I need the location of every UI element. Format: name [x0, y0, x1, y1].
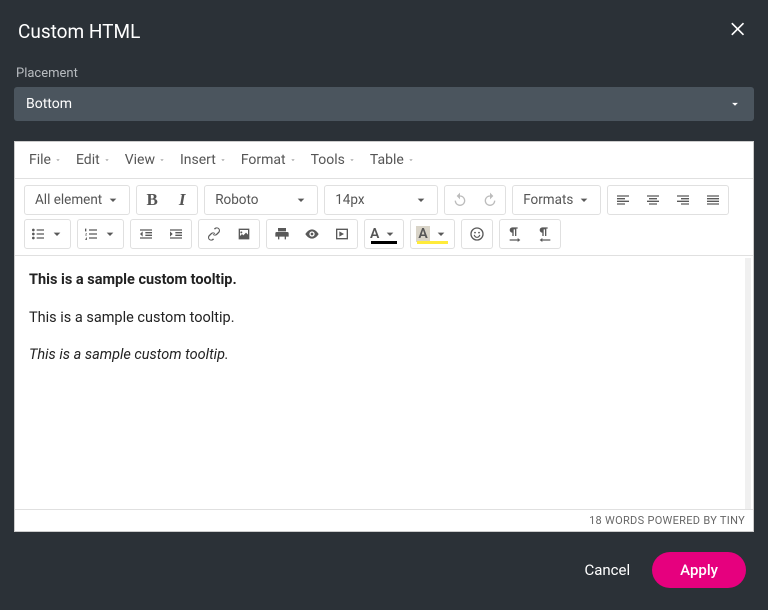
- align-justify-icon: [705, 192, 721, 208]
- menu-insert[interactable]: Insert: [174, 148, 233, 172]
- print-icon: [274, 226, 290, 242]
- outdent-button[interactable]: [131, 220, 161, 248]
- caret-down-icon: [407, 156, 415, 164]
- image-button[interactable]: [229, 220, 259, 248]
- fontsize-select[interactable]: 14px: [325, 186, 437, 214]
- menu-format[interactable]: Format: [235, 148, 303, 172]
- redo-icon: [482, 192, 498, 208]
- align-right-icon: [675, 192, 691, 208]
- caret-down-icon: [103, 156, 111, 164]
- bullet-list-button[interactable]: [25, 220, 70, 248]
- apply-button[interactable]: Apply: [652, 552, 746, 588]
- link-button[interactable]: [199, 220, 229, 248]
- font-select[interactable]: Roboto: [205, 186, 317, 214]
- rtl-button[interactable]: [530, 220, 560, 248]
- editor-menubar: File Edit View Insert Format Tools Table: [15, 142, 753, 179]
- media-icon: [334, 226, 350, 242]
- emoji-button[interactable]: [462, 220, 492, 248]
- caret-down-icon: [382, 226, 398, 242]
- chevron-down-icon: [728, 97, 742, 111]
- content-line: This is a sample custom tooltip.: [29, 270, 731, 290]
- undo-button[interactable]: [445, 186, 475, 214]
- menu-edit[interactable]: Edit: [70, 148, 117, 172]
- outdent-icon: [138, 226, 154, 242]
- dialog-header: Custom HTML: [0, 0, 768, 60]
- caret-down-icon: [293, 192, 309, 208]
- indent-icon: [168, 226, 184, 242]
- placement-value: Bottom: [26, 96, 72, 112]
- caret-down-icon: [54, 156, 62, 164]
- close-icon[interactable]: [726, 16, 750, 46]
- text-color-button[interactable]: A: [365, 220, 403, 248]
- caret-down-icon: [576, 192, 592, 208]
- text-color-icon: A: [370, 226, 379, 242]
- menu-table[interactable]: Table: [364, 148, 421, 172]
- bullet-list-icon: [30, 226, 46, 242]
- number-list-button[interactable]: [78, 220, 123, 248]
- caret-down-icon: [158, 156, 166, 164]
- editor-toolbar: All element B I Roboto 14px Formats: [15, 179, 753, 256]
- indent-button[interactable]: [161, 220, 191, 248]
- media-button[interactable]: [327, 220, 357, 248]
- editor-content[interactable]: This is a sample custom tooltip. This is…: [15, 258, 751, 509]
- rich-text-editor: File Edit View Insert Format Tools Table…: [14, 141, 754, 532]
- italic-button[interactable]: I: [167, 186, 197, 214]
- align-left-icon: [615, 192, 631, 208]
- placement-label: Placement: [16, 66, 752, 81]
- rtl-icon: [537, 226, 553, 242]
- bold-button[interactable]: B: [137, 186, 167, 214]
- redo-button[interactable]: [475, 186, 505, 214]
- dialog-footer: Cancel Apply: [0, 532, 768, 610]
- align-center-button[interactable]: [638, 186, 668, 214]
- caret-down-icon: [49, 226, 65, 242]
- cancel-button[interactable]: Cancel: [584, 561, 630, 579]
- powered-by: POWERED BY TINY: [647, 514, 745, 527]
- align-left-button[interactable]: [608, 186, 638, 214]
- content-line: This is a sample custom tooltip.: [29, 345, 731, 365]
- content-line: This is a sample custom tooltip.: [29, 308, 731, 328]
- menu-tools[interactable]: Tools: [305, 148, 362, 172]
- caret-down-icon: [413, 192, 429, 208]
- caret-down-icon: [219, 156, 227, 164]
- undo-icon: [452, 192, 468, 208]
- link-icon: [206, 226, 222, 242]
- caret-down-icon: [433, 226, 449, 242]
- italic-icon: I: [179, 190, 186, 210]
- caret-down-icon: [105, 192, 121, 208]
- eye-icon: [304, 226, 320, 242]
- preview-button[interactable]: [297, 220, 327, 248]
- style-select[interactable]: All element: [25, 186, 129, 214]
- editor-statusbar: 18 WORDS POWERED BY TINY: [15, 509, 753, 531]
- number-list-icon: [83, 226, 99, 242]
- caret-down-icon: [102, 226, 118, 242]
- image-icon: [236, 226, 252, 242]
- bold-icon: B: [147, 190, 158, 210]
- formats-select[interactable]: Formats: [513, 186, 600, 214]
- dialog-title: Custom HTML: [18, 20, 140, 43]
- placement-select[interactable]: Bottom: [14, 87, 754, 121]
- custom-html-dialog: Custom HTML Placement Bottom File Edit V…: [0, 0, 768, 610]
- align-right-button[interactable]: [668, 186, 698, 214]
- caret-down-icon: [348, 156, 356, 164]
- smile-icon: [469, 226, 485, 242]
- menu-view[interactable]: View: [119, 148, 172, 172]
- dialog-body: Placement Bottom File Edit View Insert F…: [0, 60, 768, 532]
- align-center-icon: [645, 192, 661, 208]
- menu-file[interactable]: File: [23, 148, 68, 172]
- bg-color-button[interactable]: A: [411, 220, 453, 248]
- caret-down-icon: [289, 156, 297, 164]
- ltr-button[interactable]: [500, 220, 530, 248]
- align-justify-button[interactable]: [698, 186, 728, 214]
- word-count: 18 WORDS: [589, 514, 644, 527]
- bg-color-icon: A: [416, 226, 429, 242]
- ltr-icon: [507, 226, 523, 242]
- print-button[interactable]: [267, 220, 297, 248]
